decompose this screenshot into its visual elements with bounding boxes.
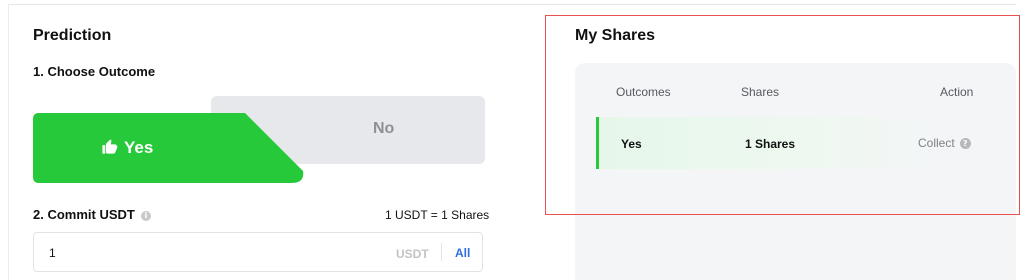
header-shares: Shares: [741, 85, 780, 99]
header-action: Action: [940, 85, 974, 99]
collect-label: Collect: [918, 136, 955, 150]
yes-content: Yes: [101, 138, 153, 158]
shares-panel: Outcomes Shares Action Yes 1 Shares Coll…: [575, 63, 1016, 280]
header-outcomes: Outcomes: [616, 85, 671, 99]
yes-option-shape: [33, 113, 304, 183]
input-value[interactable]: 1: [49, 246, 56, 260]
yes-label: Yes: [124, 138, 154, 157]
input-separator: [441, 243, 442, 261]
question-icon[interactable]: ?: [959, 137, 971, 149]
commit-usdt-label: 2. Commit USDT i: [33, 207, 151, 222]
prediction-title: Prediction: [33, 27, 112, 44]
thumbs-up-icon: [101, 139, 118, 157]
my-shares-title: My Shares: [575, 27, 656, 44]
input-unit: USDT: [396, 247, 429, 261]
choose-outcome-label: 1. Choose Outcome: [33, 64, 156, 79]
outcome-toggle: No Yes: [33, 96, 485, 184]
collect-button[interactable]: Collect ?: [918, 136, 971, 150]
top-divider: [8, 4, 1016, 5]
panel-border: [8, 4, 9, 280]
info-icon[interactable]: i: [140, 210, 151, 221]
exchange-rate: 1 USDT = 1 Shares: [385, 208, 490, 222]
yes-option[interactable]: Yes: [33, 113, 305, 183]
row-outcome: Yes: [621, 137, 642, 151]
row-shares: 1 Shares: [745, 137, 796, 151]
commit-usdt-text: 2. Commit USDT: [33, 207, 135, 222]
no-label: No: [373, 120, 395, 137]
all-button[interactable]: All: [455, 246, 470, 260]
usdt-amount-input[interactable]: 1 USDT All: [33, 232, 483, 272]
table-row: Yes 1 Shares: [596, 117, 948, 169]
